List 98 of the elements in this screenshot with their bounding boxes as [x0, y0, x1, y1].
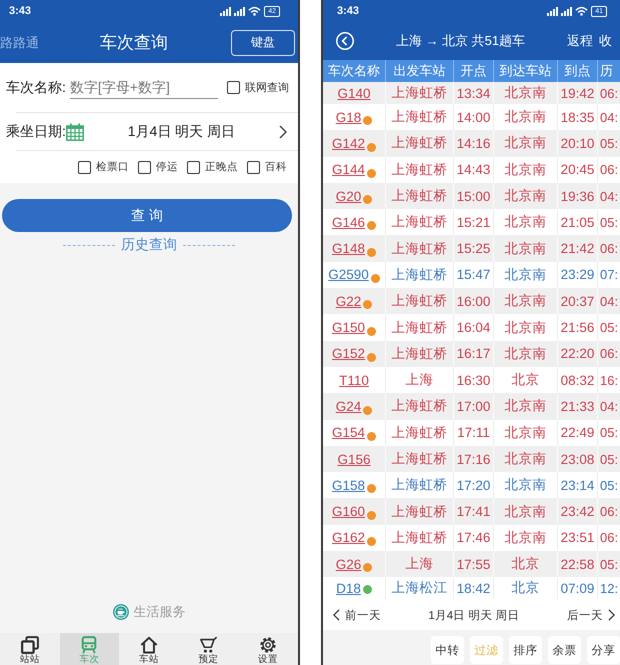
table-cell-text: 06: — [599, 345, 620, 364]
field-label: 乘坐日期: — [6, 122, 66, 140]
app-name: 路路通 — [0, 34, 39, 52]
train-number-link[interactable]: G158 — [332, 478, 366, 493]
train-number-link[interactable]: G160 — [332, 504, 366, 520]
settings-icon — [259, 636, 278, 654]
wifi-icon — [248, 6, 262, 16]
table-cell-text: 12: — [599, 580, 620, 598]
signal-icon — [220, 6, 232, 16]
current-date: 1月4日 明天 周日 — [427, 608, 521, 622]
table-cell: 18:42 — [454, 577, 494, 600]
back-icon[interactable] — [336, 32, 354, 50]
checkbox[interactable] — [187, 160, 200, 174]
train-number-link[interactable]: G152 — [332, 346, 366, 362]
table-cell: 上海松江 — [386, 577, 454, 600]
toolbar-button[interactable]: 排序 — [509, 636, 542, 664]
train-number-link[interactable]: G2590 — [328, 267, 369, 282]
life-services-link[interactable]: 生活服务 — [112, 603, 186, 621]
tab[interactable]: 站站 — [0, 633, 60, 665]
toolbar-button[interactable]: 分享 — [587, 636, 620, 664]
train-number-link[interactable]: G18 — [336, 110, 362, 125]
table-cell-text: 05: — [599, 424, 620, 442]
train-number-link[interactable]: G162 — [332, 530, 366, 546]
next-day-button[interactable]: 后一天 — [567, 608, 615, 622]
signal-icon — [234, 6, 246, 16]
toolbar-button[interactable]: 中转 — [431, 636, 464, 664]
train-icon — [80, 636, 98, 654]
status-time: 3:43 — [337, 5, 360, 17]
signal-icon — [547, 6, 558, 16]
status-time: 3:43 — [9, 5, 32, 17]
train-number-link[interactable]: D18 — [336, 580, 361, 596]
checkbox-label: 联网查询 — [244, 81, 289, 95]
chevron-left-icon — [333, 609, 340, 621]
train-number-link[interactable]: G146 — [332, 214, 366, 230]
search-button[interactable]: 查 询 — [2, 199, 292, 232]
history-link[interactable]: 历史查询 — [121, 236, 177, 254]
table-cell-text: 04: — [599, 188, 620, 206]
train-number-input[interactable]: 数字[字母+数字] — [70, 76, 218, 98]
train-number-link[interactable]: G22 — [336, 294, 362, 309]
checkbox[interactable] — [138, 160, 151, 174]
table-cell-text: 06: — [599, 84, 620, 102]
train-number-link[interactable]: G26 — [336, 556, 362, 572]
cart-icon — [200, 636, 218, 654]
column-header: 历 — [599, 62, 614, 80]
checkbox[interactable] — [226, 81, 240, 94]
checkbox-label: 正晚点 — [205, 160, 238, 174]
checkbox-label: 检票口 — [96, 160, 129, 174]
table-cell-text: 07: — [599, 266, 620, 284]
checkbox-label: 停运 — [156, 160, 178, 174]
train-number-link[interactable]: G24 — [336, 398, 362, 414]
keyboard-button[interactable]: 键盘 — [231, 30, 295, 56]
train-number-link[interactable]: G140 — [337, 86, 371, 100]
table-cell-text: 05: — [599, 476, 620, 495]
checkbox[interactable] — [78, 160, 91, 174]
table-cell-text: 05: — [599, 450, 620, 468]
train-number-link[interactable]: G148 — [332, 241, 366, 256]
wifi-icon — [575, 6, 588, 16]
coffee-cup-icon — [112, 604, 128, 620]
table-cell: 07:09 — [558, 577, 598, 600]
route-title: 上海 → 北京 共51趟车 — [394, 32, 526, 50]
chevron-right-icon — [608, 609, 615, 621]
date-value[interactable]: 1月4日 明天 周日 — [84, 122, 279, 140]
train-number-link[interactable]: G156 — [337, 452, 371, 466]
table-cell-text: 05: — [599, 319, 620, 338]
tab[interactable]: 车站 — [119, 633, 179, 665]
chevron-right-icon — [279, 124, 287, 138]
train-number-link[interactable]: G150 — [332, 320, 366, 336]
return-trip-button[interactable]: 返程 — [567, 32, 593, 50]
tab[interactable]: 预定 — [178, 633, 238, 665]
train-number-link[interactable]: G142 — [332, 136, 366, 151]
table-cell-text: 04: — [599, 108, 620, 127]
field-label: 车次名称: — [6, 78, 66, 96]
calendar-icon — [66, 122, 84, 140]
table-cell-text: 06: — [599, 240, 620, 258]
house-icon — [140, 636, 158, 654]
train-number-link[interactable]: G154 — [332, 425, 366, 440]
table-cell-text: 04: — [599, 292, 620, 311]
train-number-link[interactable]: G144 — [332, 162, 366, 178]
table-cell-text: 05: — [599, 134, 620, 153]
table-cell-text: 06: — [599, 161, 620, 180]
previous-day-button[interactable]: 前一天 — [333, 608, 381, 622]
table-cell-text: 05: — [599, 214, 620, 232]
train-number-link[interactable]: T110 — [339, 372, 369, 388]
checkbox-label: 百科 — [265, 160, 287, 174]
toolbar-button[interactable]: 余票 — [548, 636, 581, 664]
table-cell-text: 16: — [599, 372, 620, 390]
signal-icon — [561, 6, 572, 16]
table-cell-text: 06: — [599, 503, 620, 522]
page-title: 车次查询 — [100, 32, 168, 54]
window-stack-icon — [20, 636, 39, 654]
train-number-link[interactable]: G20 — [336, 188, 362, 204]
checkbox[interactable] — [247, 160, 260, 174]
table-cell-text: 06: — [599, 529, 620, 548]
tab[interactable]: 设置 — [238, 633, 298, 665]
favorite-button[interactable]: 收 — [599, 32, 612, 50]
table-cell: 北京 — [494, 577, 558, 600]
table-cell-text: 04: — [599, 398, 620, 416]
table-cell-text: 05: — [599, 556, 620, 574]
